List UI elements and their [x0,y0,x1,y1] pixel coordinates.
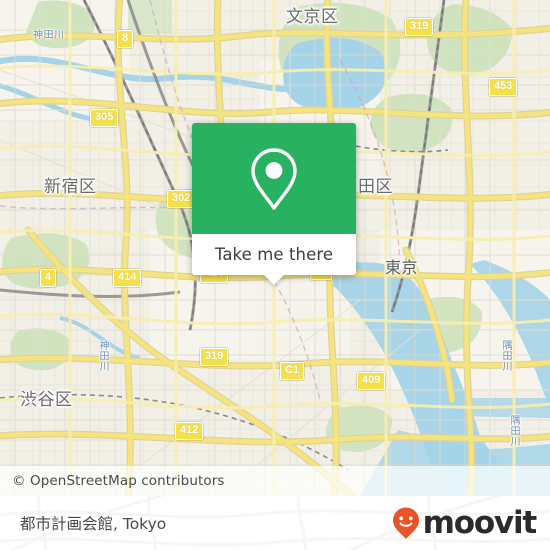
destination-callout[interactable]: Take me there [192,123,356,285]
callout-pointer-tail [263,274,285,285]
osm-attribution-bar: © OpenStreetMap contributors [0,466,550,496]
footer-bar: 都市計画会館, Tokyo moovit [0,496,550,550]
moovit-brand-logo[interactable]: moovit [391,504,538,541]
osm-attribution-text: © OpenStreetMap contributors [12,473,225,489]
moovit-map-share-card: 文京区 新宿区 田区 渋谷区 東京 神田川 隅田川 隅田川 神田川 8 319 … [0,0,550,550]
callout-accent-panel [192,123,356,234]
map-pin-icon [192,123,356,234]
moovit-wordmark: moovit [422,504,538,541]
place-name-label: 都市計画会館, Tokyo [20,515,167,533]
take-me-there-button[interactable]: Take me there [192,234,356,285]
map-canvas[interactable]: 文京区 新宿区 田区 渋谷区 東京 神田川 隅田川 隅田川 神田川 8 319 … [0,0,550,496]
moovit-pin-icon [392,507,419,539]
take-me-there-label: Take me there [214,245,334,264]
